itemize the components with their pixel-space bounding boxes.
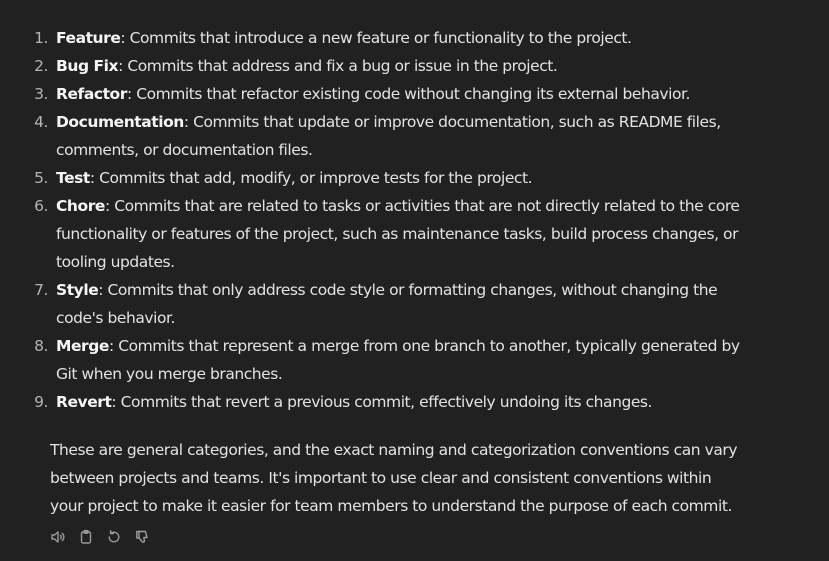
list-item: 6. Chore: Commits that are related to tas… [24, 192, 740, 276]
list-term: Bug Fix [56, 57, 119, 75]
list-description: : Commits that refactor existing code wi… [126, 85, 690, 103]
list-description: : Commits that introduce a new feature o… [120, 29, 632, 47]
list-number: 3. [34, 85, 48, 103]
clipboard-icon [80, 529, 92, 544]
list-description: : Commits that add, modify, or improve t… [89, 169, 533, 187]
summary-paragraph: These are general categories, and the ex… [50, 441, 738, 515]
list-number: 4. [34, 113, 48, 131]
list-item: 1. Feature: Commits that introduce a new … [24, 24, 740, 52]
read-aloud-button[interactable] [48, 527, 68, 547]
message-actions [48, 527, 152, 547]
list-term: Style [56, 281, 99, 299]
list-item: 4. Documentation: Commits that update or … [24, 108, 740, 164]
list-term: Feature [56, 29, 121, 47]
regenerate-button[interactable] [104, 527, 124, 547]
list-term: Merge [56, 337, 109, 355]
list-term: Chore [56, 197, 105, 215]
list-description: : Commits that revert a previous commit,… [111, 393, 653, 411]
list-description: : Commits that only address code style o… [56, 281, 718, 327]
list-item: 7. Style: Commits that only address code … [24, 276, 740, 332]
copy-button[interactable] [76, 527, 96, 547]
list-description: : Commits that are related to tasks or a… [56, 197, 740, 271]
list-description: : Commits that represent a merge from on… [56, 337, 740, 383]
list-item: 2. Bug Fix: Commits that address and fix … [24, 52, 740, 80]
list-number: 6. [34, 197, 48, 215]
assistant-message: 1. Feature: Commits that introduce a new … [0, 0, 829, 561]
list-term: Refactor [56, 85, 127, 103]
list-description: : Commits that address and fix a bug or … [118, 57, 558, 75]
list-item: 5. Test: Commits that add, modify, or imp… [24, 164, 740, 192]
commit-categories-list: 1. Feature: Commits that introduce a new … [24, 24, 740, 416]
speaker-icon [51, 531, 65, 543]
list-number: 5. [34, 169, 48, 187]
list-item: 9. Revert: Commits that revert a previous… [24, 388, 740, 416]
list-number: 1. [34, 29, 48, 47]
list-number: 8. [34, 337, 48, 355]
thumbs-down-button[interactable] [132, 527, 152, 547]
thumbs-down-icon [136, 530, 148, 543]
list-number: 2. [34, 57, 48, 75]
regenerate-icon [108, 530, 120, 543]
list-item: 8. Merge: Commits that represent a merge … [24, 332, 740, 388]
list-number: 9. [34, 393, 48, 411]
list-term: Documentation [56, 113, 184, 131]
list-term: Revert [56, 393, 112, 411]
list-number: 7. [34, 281, 48, 299]
list-term: Test [56, 169, 90, 187]
list-item: 3. Refactor: Commits that refactor existi… [24, 80, 740, 108]
